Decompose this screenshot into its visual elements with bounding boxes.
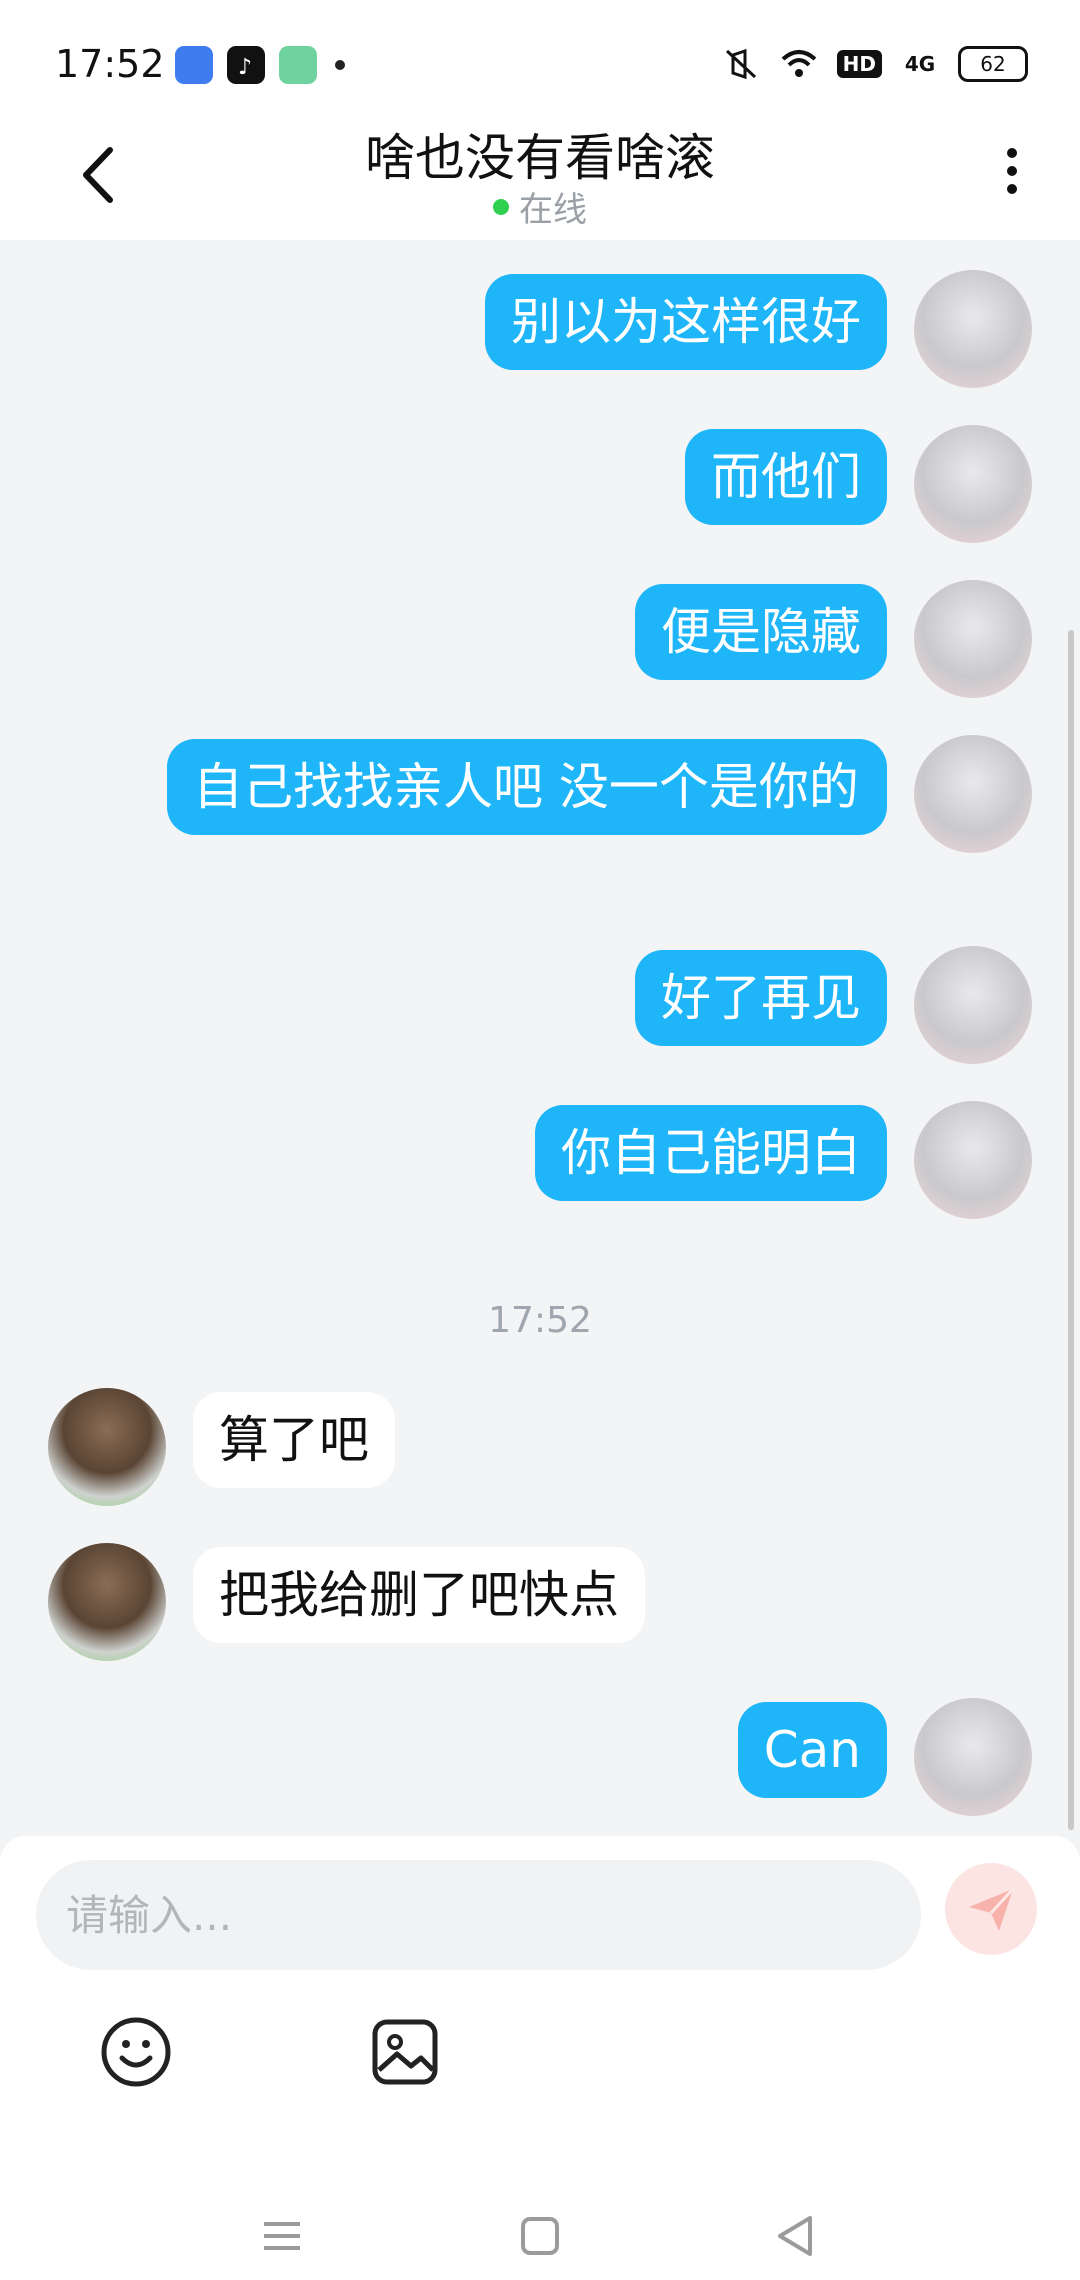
my-avatar[interactable]	[914, 425, 1032, 543]
send-button[interactable]	[945, 1863, 1037, 1955]
my-avatar[interactable]	[914, 1698, 1032, 1816]
triangle-back-icon	[778, 2216, 812, 2256]
more-dot	[1007, 184, 1017, 194]
message-bubble[interactable]: 你自己能明白	[535, 1105, 887, 1201]
system-navigation-bar	[0, 2206, 1080, 2280]
notification-dot	[335, 60, 345, 70]
message-bubble[interactable]: 别以为这样很好	[485, 274, 887, 370]
square-icon	[521, 2217, 559, 2255]
message-row-outgoing: 别以为这样很好	[0, 270, 1080, 390]
message-bubble[interactable]: 算了吧	[193, 1392, 395, 1488]
status-indicators: HD 4G 62	[721, 46, 1028, 82]
chat-header: 啥也没有看啥滚 在线	[0, 110, 1080, 240]
message-bubble[interactable]: 便是隐藏	[635, 584, 887, 680]
notification-app-icons: ♪	[175, 46, 345, 84]
message-bubble[interactable]: Can	[737, 1702, 887, 1798]
my-avatar[interactable]	[914, 1101, 1032, 1219]
network-type: 4G	[904, 52, 936, 76]
contact-avatar[interactable]	[48, 1388, 166, 1506]
menu-icon	[264, 2222, 300, 2250]
message-row-outgoing: 好了再见	[0, 946, 1080, 1066]
message-bubble[interactable]: 自己找找亲人吧 没一个是你的	[167, 739, 887, 835]
contact-avatar[interactable]	[48, 1543, 166, 1661]
time-separator: 17:52	[488, 1300, 592, 1341]
tiktok-icon: ♪	[227, 46, 265, 84]
presence-text: 在线	[519, 190, 587, 230]
chat-title: 啥也没有看啥滚	[365, 129, 715, 187]
input-panel	[0, 1836, 1080, 2280]
message-bubble[interactable]: 好了再见	[635, 950, 887, 1046]
message-list[interactable]: 别以为这样很好 而他们 便是隐藏 自己找找亲人吧 没一个是你的 好了再见 你自己…	[0, 240, 1080, 1830]
nav-back-button[interactable]	[766, 2206, 826, 2266]
message-row-outgoing: 便是隐藏	[0, 580, 1080, 700]
message-row-outgoing: 自己找找亲人吧 没一个是你的	[0, 735, 1080, 915]
hd-icon: HD	[836, 50, 882, 78]
more-dot	[1007, 166, 1017, 176]
app-icon	[279, 46, 317, 84]
my-avatar[interactable]	[914, 270, 1032, 388]
online-dot	[493, 198, 509, 215]
recent-apps-button[interactable]	[252, 2206, 312, 2266]
message-row-incoming: 算了吧	[0, 1388, 1080, 1508]
scrollbar[interactable]	[1068, 630, 1074, 1830]
wifi-icon	[779, 47, 819, 81]
image-icon	[372, 2019, 438, 2085]
emoji-button[interactable]	[98, 2014, 174, 2090]
message-bubble[interactable]: 而他们	[685, 429, 887, 525]
battery-icon: 62	[958, 46, 1028, 82]
battery-level: 62	[980, 52, 1006, 76]
svg-text:♪: ♪	[238, 55, 252, 80]
home-button[interactable]	[510, 2206, 570, 2266]
message-row-incoming: 把我给删了吧快点	[0, 1543, 1080, 1663]
my-avatar[interactable]	[914, 946, 1032, 1064]
more-dot	[1007, 148, 1017, 158]
my-avatar[interactable]	[914, 580, 1032, 698]
message-bubble[interactable]: 把我给删了吧快点	[193, 1547, 645, 1643]
image-button[interactable]	[367, 2014, 443, 2090]
presence-status: 在线	[0, 182, 1080, 231]
message-row-outgoing: 而他们	[0, 425, 1080, 545]
baidu-netdisk-icon	[175, 46, 213, 84]
signal-icon: 4G	[900, 47, 940, 81]
status-time: 17:52	[55, 42, 165, 86]
smiley-icon	[101, 2017, 171, 2087]
message-input[interactable]	[36, 1860, 921, 1970]
send-icon	[969, 1887, 1015, 1931]
mute-icon	[721, 47, 761, 81]
my-avatar[interactable]	[914, 735, 1032, 853]
message-row-outgoing: 你自己能明白	[0, 1101, 1080, 1221]
message-row-outgoing: Can	[0, 1698, 1080, 1818]
more-options-button[interactable]	[992, 140, 1032, 210]
